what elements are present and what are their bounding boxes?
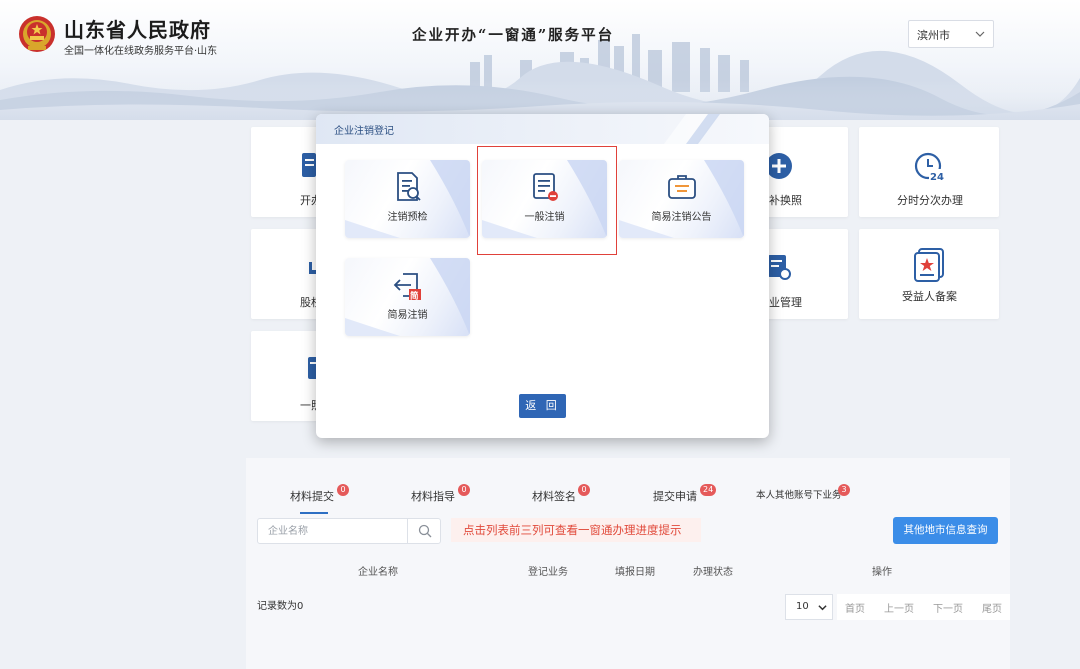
card-simple-deregistration-notice[interactable]: 简易注销公告 [619, 160, 744, 238]
tile-label-fenshi: 分时分次办理 [897, 194, 963, 207]
beneficiary-card-icon [914, 248, 944, 282]
active-tab-indicator [300, 512, 328, 514]
national-emblem-icon [19, 16, 55, 52]
tab-other-accounts[interactable]: 本人其他账号下业务 [756, 487, 842, 501]
tab-badge-material-submit: 0 [337, 484, 349, 496]
back-button[interactable]: 返 回 [519, 394, 566, 418]
document-search-icon [397, 172, 421, 201]
platform-title: 企业开办“一窗通”服务平台 [412, 27, 615, 44]
clock-24-icon: 24 [914, 152, 944, 183]
column-fill-date: 填报日期 [615, 567, 655, 578]
search-button[interactable] [407, 519, 440, 543]
tab-material-sign[interactable]: 材料签名 [532, 488, 576, 504]
column-status: 办理状态 [693, 567, 733, 578]
tab-badge-material-guide: 0 [458, 484, 470, 496]
record-count: 记录数为0 [257, 601, 304, 612]
gov-subtitle: 全国一体化在线政务服务平台·山东 [64, 46, 218, 57]
svg-text:24: 24 [930, 172, 944, 183]
column-registration-business: 登记业务 [528, 567, 568, 578]
progress-hint: 点击列表前三列可查看一窗通办理进度提示 [451, 518, 701, 542]
card-label: 注销预检 [387, 212, 428, 223]
card-simple-deregistration[interactable]: 简 简易注销 [345, 258, 470, 336]
pager-last[interactable]: 尾页 [982, 600, 1002, 615]
tab-material-submit[interactable]: 材料提交 [290, 488, 334, 504]
search-icon [418, 524, 432, 538]
tab-material-guide[interactable]: 材料指导 [411, 488, 455, 504]
tile-label-buhuanzhao: 补换照 [769, 194, 802, 207]
tile-label-shouyiren: 受益人备案 [902, 290, 957, 303]
tab-badge-other-accounts: 3 [838, 484, 850, 496]
simple-tag: 简 [410, 291, 419, 302]
card-label: 简易注销 [387, 310, 428, 321]
page-header: 山东省人民政府 全国一体化在线政务服务平台·山东 企业开办“一窗通”服务平台 滨… [0, 0, 1080, 120]
settings-document-icon [768, 255, 791, 280]
pager-next[interactable]: 下一页 [933, 600, 963, 615]
city-select-value: 滨州市 [917, 29, 950, 42]
card-label: 简易注销公告 [651, 212, 712, 223]
tile-label-qiyeguanli: 业管理 [769, 296, 802, 309]
column-operation: 操作 [872, 567, 892, 578]
chevron-down-icon [975, 31, 985, 37]
tab-submit-apply[interactable]: 提交申请 [653, 488, 697, 504]
selection-highlight-box [477, 146, 617, 255]
tab-badge-submit-apply: 24 [700, 484, 717, 496]
company-name-input[interactable] [258, 519, 408, 543]
tile-document-icon [302, 153, 316, 177]
pager-first[interactable]: 首页 [845, 600, 865, 615]
briefcase-icon [668, 175, 696, 199]
page-size-value: 10 [796, 601, 809, 612]
page-size-select[interactable]: 10 [785, 594, 833, 620]
company-search [257, 518, 441, 544]
gov-title: 山东省人民政府 [64, 18, 211, 42]
city-select[interactable]: 滨州市 [908, 20, 994, 48]
other-city-query-button[interactable]: 其他地市信息查询 [893, 517, 998, 544]
card-precheck[interactable]: 注销预检 [345, 160, 470, 238]
column-company-name: 企业名称 [358, 567, 398, 578]
modal-title: 企业注销登记 [334, 126, 394, 137]
chevron-down-icon [818, 605, 827, 611]
modal-header: 企业注销登记 [316, 114, 769, 144]
exit-simple-icon: 简 [393, 273, 421, 302]
pager-prev[interactable]: 上一页 [884, 600, 914, 615]
tab-badge-material-sign: 0 [578, 484, 590, 496]
